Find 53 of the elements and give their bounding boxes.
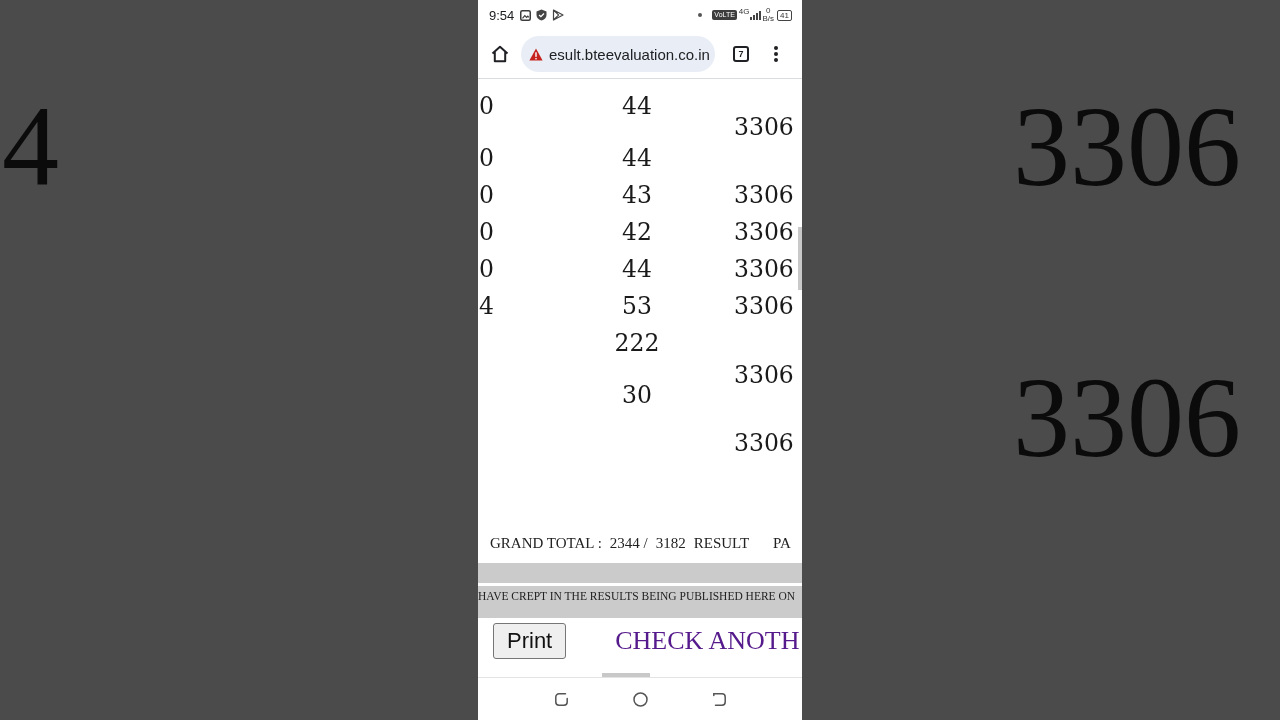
table-cell-text: 3306 xyxy=(734,254,794,285)
speed-value: 0 xyxy=(766,7,771,15)
backdrop-text: 3306 xyxy=(1013,361,1241,475)
home-circle-icon[interactable] xyxy=(632,691,648,707)
backdrop-text: 3306 xyxy=(1013,90,1241,204)
table-cell-text: 0 xyxy=(479,143,494,174)
speed-unit: B/s xyxy=(762,15,775,23)
table-cell-text: 4 xyxy=(479,291,494,322)
maximum-marks: 3182 xyxy=(655,534,686,552)
warning-icon xyxy=(529,47,543,61)
recents-icon[interactable] xyxy=(553,691,569,707)
obtained-marks: 2344 / xyxy=(609,534,648,552)
home-icon[interactable] xyxy=(491,45,509,63)
table-cell-text: 0 xyxy=(479,180,494,211)
table-cell-text: 42 xyxy=(622,217,652,248)
battery-indicator: 41 xyxy=(777,9,792,21)
signal-icon xyxy=(749,10,761,20)
scrollbar-thumb xyxy=(798,227,802,290)
table-cell-text: 3306 xyxy=(734,428,794,459)
network-type-label: 4G xyxy=(738,7,750,16)
triangle-play-icon xyxy=(552,9,565,21)
more-menu-icon[interactable] xyxy=(774,46,778,62)
url-text: esult.bteevaluation.co.in xyxy=(549,45,710,63)
table-cell-text: 0 xyxy=(479,254,494,285)
print-button[interactable]: Print xyxy=(493,623,567,659)
table-cell-text: 3306 xyxy=(734,112,794,143)
backdrop-text: 4 xyxy=(2,90,59,204)
table-cell-text: 3306 xyxy=(734,180,794,211)
table-cell-text: 222 xyxy=(614,328,660,359)
table-cell-text: 0 xyxy=(479,91,494,122)
grand-total-label: GRAND TOTAL : xyxy=(490,534,602,552)
back-icon[interactable] xyxy=(711,691,727,707)
notice-marquee: HAVE CREPT IN THE RESULTS BEING PUBLISHED HERE ON xyxy=(478,586,802,618)
shield-icon xyxy=(536,9,548,21)
status-time: 9:54 xyxy=(489,7,515,23)
table-cell-text: 44 xyxy=(622,254,652,285)
scroll-handle xyxy=(602,673,650,677)
image-icon xyxy=(520,9,532,21)
table-cell-text: 3306 xyxy=(734,217,794,248)
table-cell-text: 3306 xyxy=(734,291,794,322)
table-cell-text: 43 xyxy=(622,180,652,211)
table-cell-text: 44 xyxy=(622,143,652,174)
table-cell-text: 53 xyxy=(622,291,652,322)
result-label: RESULT xyxy=(693,534,750,552)
table-cell-text: 44 xyxy=(622,91,652,122)
dot-icon xyxy=(698,13,703,17)
table-cell-text: 3306 xyxy=(734,360,794,391)
result-value: PA xyxy=(773,534,791,552)
tab-switcher-button[interactable]: 7 xyxy=(733,46,749,62)
check-another-link[interactable]: CHECK ANOTH xyxy=(615,623,800,659)
table-cell-text: 0 xyxy=(479,217,494,248)
address-bar[interactable]: esult.bteevaluation.co.in xyxy=(521,36,715,72)
table-cell-text: 30 xyxy=(622,380,652,411)
